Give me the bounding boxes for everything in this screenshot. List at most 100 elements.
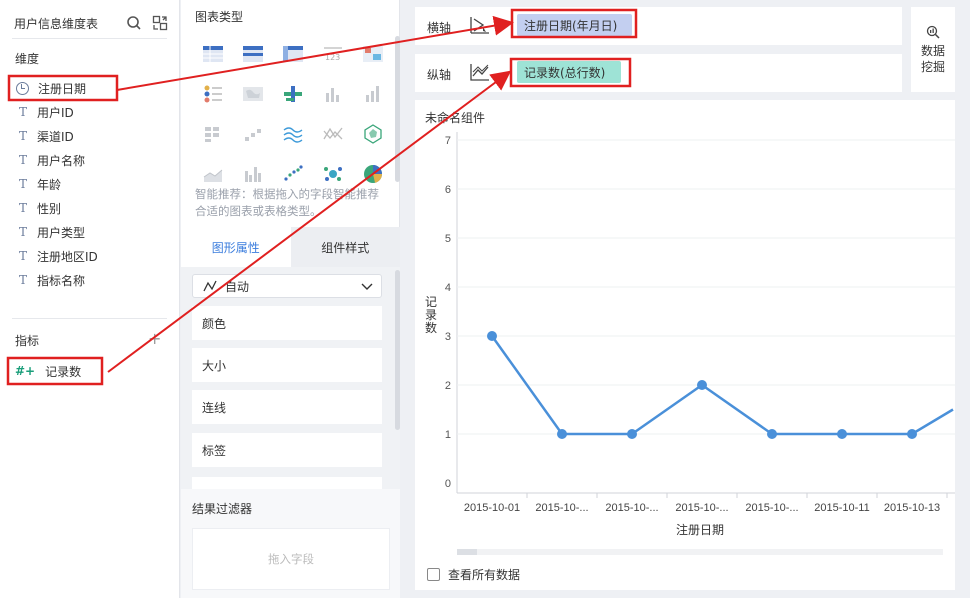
property-connect-line[interactable]: 连线 xyxy=(192,390,382,424)
column-icon xyxy=(366,86,379,102)
chart-hscroll-thumb[interactable] xyxy=(457,549,477,555)
pie-icon xyxy=(364,165,383,183)
data-point xyxy=(767,429,777,439)
chart-type-title: 图表类型 xyxy=(195,10,244,24)
data-mining-button[interactable]: 数据挖掘 xyxy=(911,7,955,92)
y-axis-field-pill[interactable]: 记录数(总行数) xyxy=(517,61,621,83)
line-type-icon xyxy=(203,280,217,292)
tab-graph-properties[interactable]: 图形属性 xyxy=(181,227,291,267)
table-icon xyxy=(203,46,223,62)
clock-icon xyxy=(16,81,29,95)
grouped-bar-icon xyxy=(245,167,261,182)
chart-type-scrollbar[interactable] xyxy=(395,36,400,182)
add-measure-button[interactable]: + xyxy=(148,329,161,348)
switch-dataset-icon[interactable] xyxy=(152,15,168,31)
group-table-icon xyxy=(243,46,263,62)
y-tick-label: 6 xyxy=(445,184,451,196)
chart-type-stacked-bar[interactable] xyxy=(273,74,313,114)
show-all-data-checkbox[interactable]: 查看所有数据 xyxy=(427,566,520,583)
dimension-field-user-type[interactable]: T 用户类型 xyxy=(15,220,165,244)
field-label: 指标名称 xyxy=(37,273,86,288)
chart-type-polyline[interactable] xyxy=(313,114,353,154)
chart-subtype-select[interactable]: 自动 xyxy=(192,274,382,298)
step-icon xyxy=(245,129,261,141)
data-point xyxy=(627,429,637,439)
tab-component-style[interactable]: 组件样式 xyxy=(290,227,400,267)
chart-type-group-table[interactable] xyxy=(233,34,273,74)
line-icon xyxy=(283,127,303,143)
search-icon[interactable] xyxy=(126,15,142,31)
text-type-icon: T xyxy=(18,129,27,143)
section-divider xyxy=(12,318,167,319)
data-point xyxy=(907,429,917,439)
chart-subtype-value: 自动 xyxy=(225,279,250,294)
y-tick-label: 7 xyxy=(445,135,451,147)
y-axis-title-char: 记 xyxy=(425,295,437,309)
y-tick-label: 0 xyxy=(445,478,451,490)
x-axis-shelf: 横轴 注册日期(年月日) xyxy=(415,7,902,45)
field-panel: 用户信息维度表 维度 注册日期 T 用户ID T 渠道ID T 用户名称 T 年龄 T性… xyxy=(0,0,180,598)
field-label: 记录数 xyxy=(45,364,82,379)
chart-type-step[interactable] xyxy=(233,114,273,154)
dimension-field-user-id[interactable]: T 用户ID xyxy=(15,100,165,124)
stacked-bar-icon xyxy=(284,86,302,102)
y-axis-shelf: 纵轴 记录数(总行数) xyxy=(415,54,902,92)
properties-scrollbar[interactable] xyxy=(395,270,400,430)
property-color[interactable]: 颜色 xyxy=(192,306,382,340)
number-type-icon: #+ xyxy=(15,364,36,378)
x-axis-icon xyxy=(470,17,489,34)
field-label: 渠道ID xyxy=(37,129,74,144)
show-all-data-label: 查看所有数据 xyxy=(448,568,521,582)
property-size[interactable]: 大小 xyxy=(192,348,382,382)
checkbox-box[interactable] xyxy=(427,568,440,581)
map-icon xyxy=(243,87,263,101)
x-tick-label: 2015-10-... xyxy=(535,502,588,514)
y-tick-label: 2 xyxy=(445,380,451,392)
dimension-field-channel-id[interactable]: T 渠道ID xyxy=(15,124,165,148)
dimension-field-user-name[interactable]: T 用户名称 xyxy=(15,148,165,172)
data-mining-icon xyxy=(926,25,940,39)
dataset-header: 用户信息维度表 xyxy=(14,10,168,36)
field-label: 性别 xyxy=(37,201,62,216)
x-tick-label: 2015-10-01 xyxy=(464,502,520,514)
field-label: 注册地区ID xyxy=(37,249,98,264)
text-type-icon: T xyxy=(18,273,27,287)
y-tick-label: 5 xyxy=(445,233,451,245)
x-axis-label: 横轴 xyxy=(427,21,452,35)
chart-type-table[interactable] xyxy=(193,34,233,74)
x-axis-title: 注册日期 xyxy=(676,522,724,537)
chart-type-cross-table[interactable] xyxy=(273,34,313,74)
dimension-field-metric-name[interactable]: T 指标名称 xyxy=(15,268,165,292)
chart-type-block[interactable] xyxy=(193,114,233,154)
measure-field-record-count[interactable]: #+ 记录数 xyxy=(15,360,81,382)
line-chart: 0 1 2 3 4 5 6 7 2015-10-01 2015-10-... 2015-10-..… xyxy=(425,132,955,537)
field-label: 注册日期 xyxy=(38,81,87,96)
result-filter-title: 结果过滤器 xyxy=(192,502,253,516)
chart-type-kpi[interactable]: 123 xyxy=(313,34,353,74)
y-tick-label: 1 xyxy=(445,429,451,441)
chart-type-map[interactable] xyxy=(233,74,273,114)
property-label[interactable]: 标签 xyxy=(192,433,382,467)
x-tick-label: 2015-10-... xyxy=(745,502,798,514)
dimension-field-reg-date[interactable]: 注册日期 xyxy=(15,76,165,100)
chart-type-heat-table[interactable] xyxy=(353,34,393,74)
chart-type-grid: 123 xyxy=(193,34,393,194)
dimension-field-region-id[interactable]: T 注册地区ID xyxy=(15,244,165,268)
kpi-icon: 123 xyxy=(324,47,342,62)
dimension-field-age[interactable]: T 年龄 xyxy=(15,172,165,196)
chart-type-radar[interactable] xyxy=(353,114,393,154)
dimension-field-gender[interactable]: T 性别 xyxy=(15,196,165,220)
chart-hscroll-track[interactable] xyxy=(457,549,943,555)
chart-type-bar[interactable] xyxy=(313,74,353,114)
data-point xyxy=(697,380,707,390)
x-axis-field-pill[interactable]: 注册日期(年月日) xyxy=(517,14,632,36)
y-axis-title-char: 录 xyxy=(425,308,437,322)
data-point xyxy=(837,429,847,439)
chart-type-legend-map[interactable] xyxy=(193,74,233,114)
chart-type-line[interactable] xyxy=(273,114,313,154)
filter-drop-zone[interactable]: 拖入字段 xyxy=(192,528,390,590)
x-tick-label: 2015-10-13 xyxy=(884,502,940,514)
chart-type-column[interactable] xyxy=(353,74,393,114)
property-more xyxy=(192,477,382,489)
dataset-title: 用户信息维度表 xyxy=(14,16,99,31)
